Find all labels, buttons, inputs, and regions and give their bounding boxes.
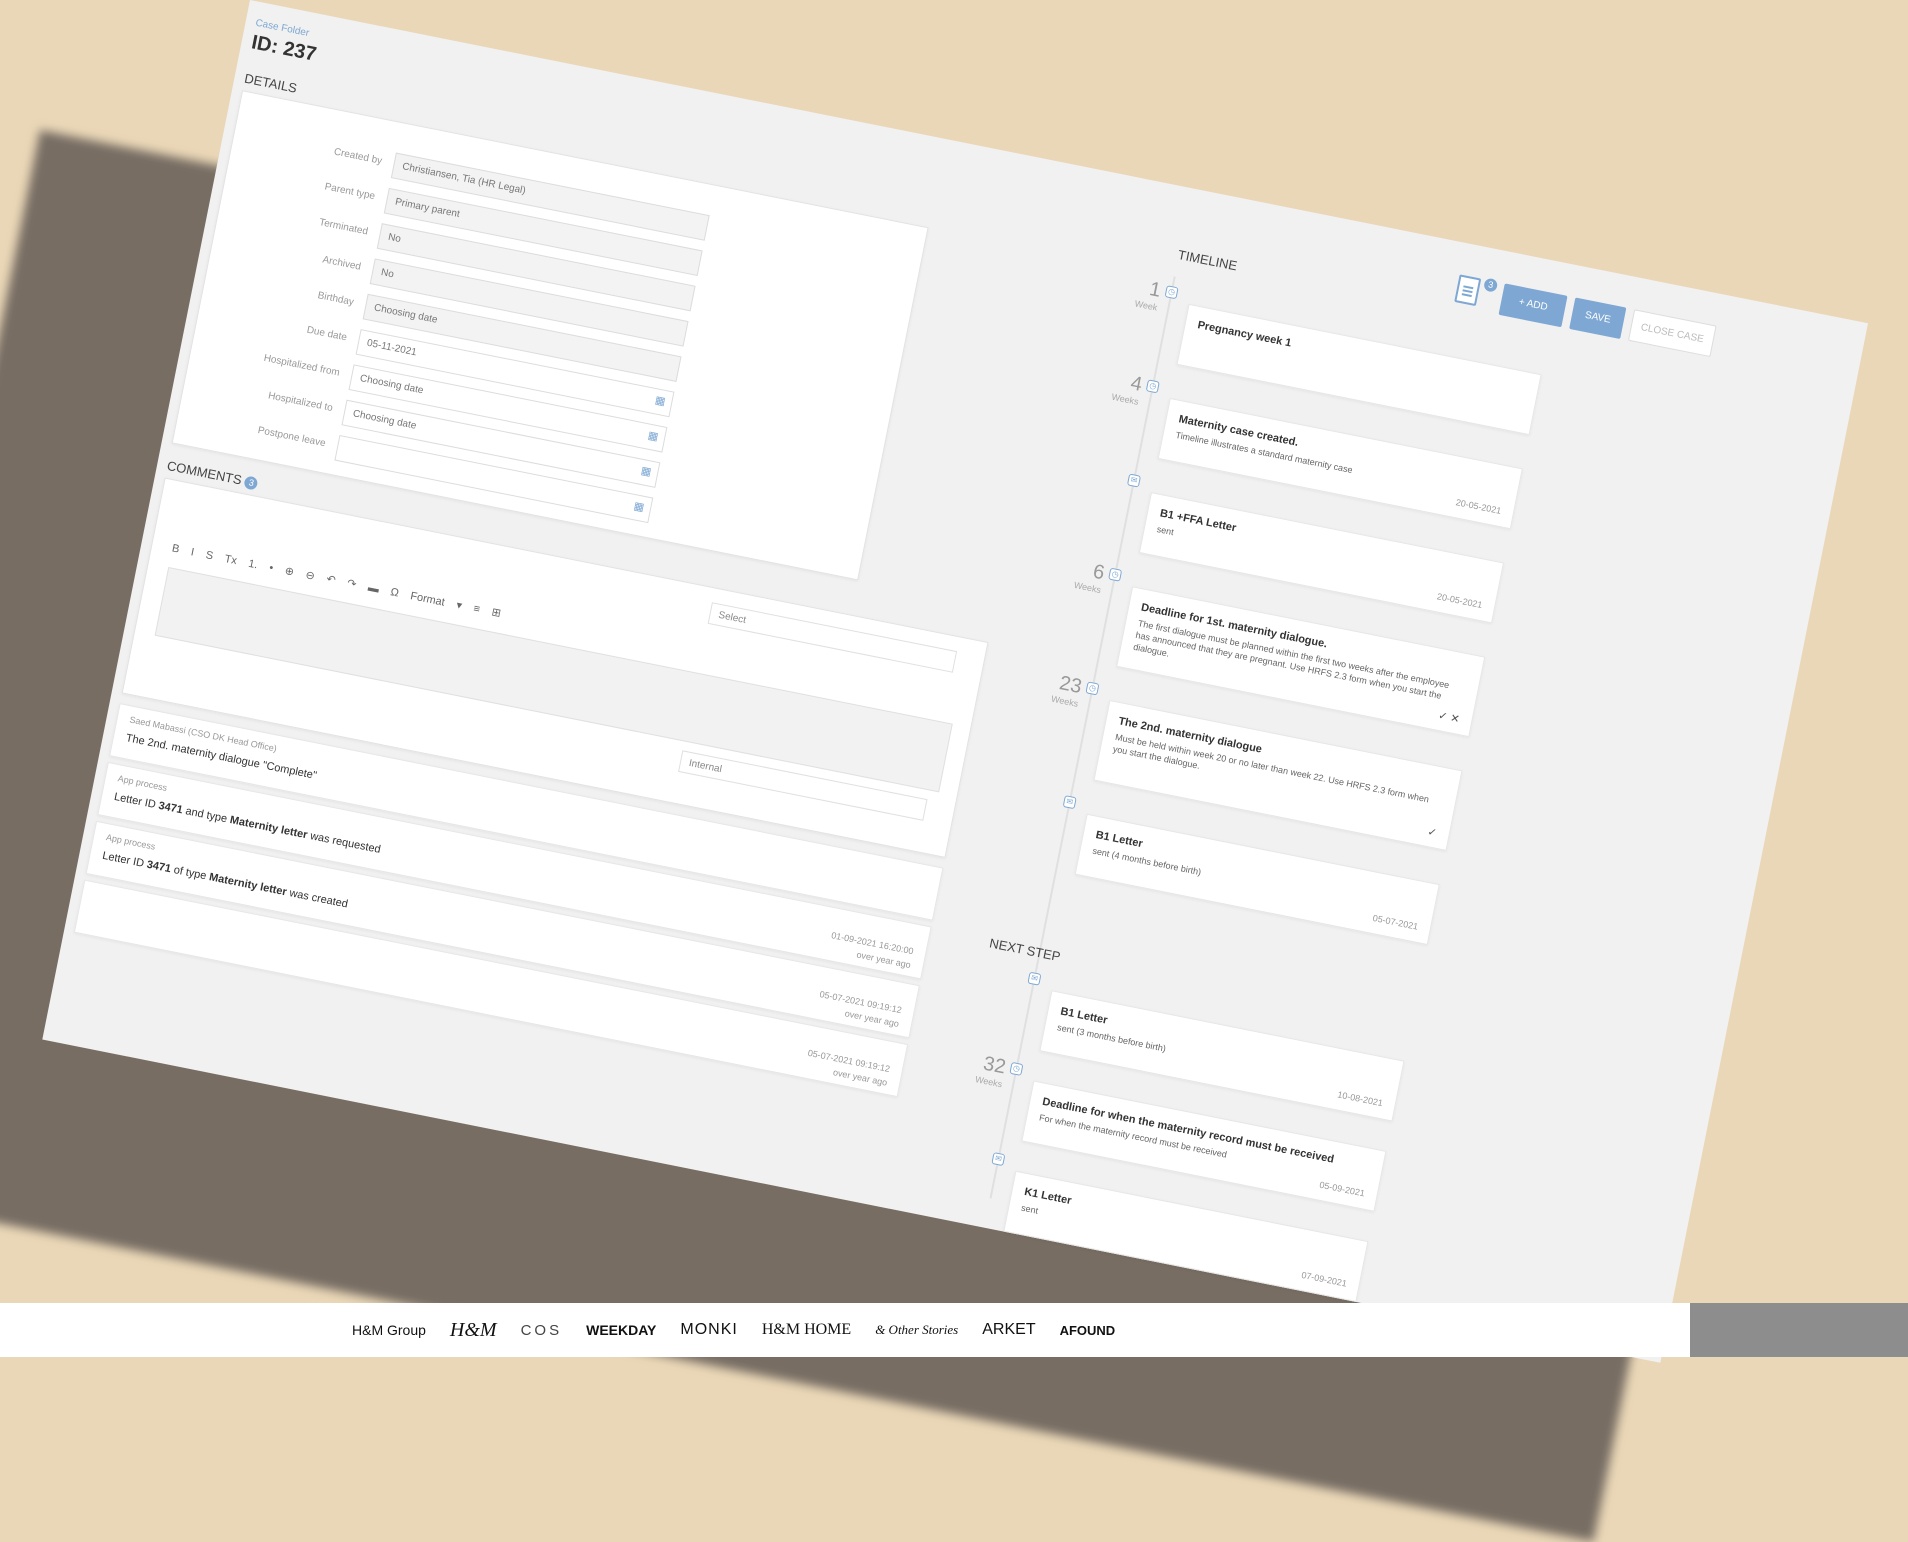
clock-icon: ◷	[1145, 379, 1160, 394]
detail-value: Choosing date	[351, 408, 418, 432]
calendar-icon[interactable]: ▦	[654, 393, 667, 408]
event-title: Pregnancy week 1	[1196, 319, 1293, 350]
event-description: Timeline illustrates a standard maternit…	[1174, 429, 1354, 476]
detail-value: Christiansen, Tia (HR Legal)	[401, 161, 527, 197]
brand-logo[interactable]: MONKI	[680, 1321, 737, 1339]
brand-logo[interactable]: ARKET	[982, 1321, 1035, 1339]
comment-text: of type	[169, 863, 211, 883]
brand-logo[interactable]: WEEKDAY	[586, 1322, 656, 1338]
week-marker: 32 Weeks	[942, 1045, 1007, 1090]
clock-icon: ◷	[1164, 285, 1179, 300]
week-marker: 6 Weeks	[1041, 551, 1106, 596]
save-button[interactable]: SAVE	[1569, 297, 1627, 340]
brand-logo[interactable]: AFOUND	[1060, 1323, 1116, 1338]
document-count-badge: 3	[1483, 277, 1499, 293]
toolbar-button[interactable]: Ω	[389, 586, 399, 599]
comment-text: Letter ID	[113, 790, 160, 812]
timeline-column: 1 Week ◷ Pregnancy week 1 4 Weeks ◷ Maternity c…	[895, 249, 1577, 1308]
event-status-icons[interactable]: ✓	[1426, 825, 1438, 840]
detail-value: Choosing date	[373, 302, 439, 326]
event-status-icons[interactable]: ✓ ✕	[1437, 709, 1461, 726]
brand-logo[interactable]: COS	[521, 1322, 563, 1339]
toolbar-button[interactable]: ↶	[325, 572, 337, 587]
toolbar-button[interactable]: ≡	[472, 603, 481, 616]
toolbar-button[interactable]: Tx	[224, 553, 238, 567]
comment-date: 01-09-2021 16:20:00 over year ago	[827, 928, 914, 972]
toolbar-button[interactable]: 1.	[247, 558, 258, 572]
toolbar-button[interactable]: •	[268, 562, 274, 575]
brand-footer: H&M Group H&M COS WEEKDAY MONKI H&M HOME & Oth…	[0, 1303, 1908, 1357]
event-description: sent (4 months before birth)	[1091, 845, 1203, 878]
event-description: Must be held within week 20 or no later …	[1112, 731, 1430, 805]
letter-type: Maternity letter	[228, 814, 309, 842]
letter-icon: ✉	[1027, 971, 1042, 986]
comment-text: and type	[181, 804, 232, 826]
toolbar-button[interactable]: ↷	[346, 577, 358, 591]
toolbar-button[interactable]: ▬	[367, 582, 380, 596]
letter-icon: ✉	[1126, 473, 1142, 488]
brand-logo[interactable]: H&M Group	[352, 1322, 426, 1338]
comment-count-badge: 3	[243, 475, 259, 491]
add-button[interactable]: + ADD	[1498, 283, 1568, 328]
visibility-value: Internal	[687, 757, 723, 776]
calendar-icon[interactable]: ▦	[647, 429, 660, 444]
week-marker: 1 Week	[1097, 269, 1163, 313]
event-description: sent	[1155, 524, 1175, 538]
event-description: sent (3 months before birth)	[1056, 1022, 1167, 1054]
calendar-icon[interactable]: ▦	[633, 499, 646, 514]
letter-id: 3471	[145, 858, 173, 876]
brand-logo[interactable]: H&M	[450, 1319, 497, 1342]
clock-icon: ◷	[1085, 681, 1100, 696]
footer-shadow-area	[1690, 1303, 1908, 1357]
clock-icon: ◷	[1009, 1061, 1024, 1076]
week-marker: 23 Weeks	[1018, 665, 1083, 709]
comment-author: App process	[105, 832, 157, 852]
toolbar-button[interactable]: B	[171, 542, 181, 555]
detail-value: No	[387, 231, 402, 246]
brand-logo[interactable]: H&M HOME	[762, 1321, 851, 1339]
toolbar-button[interactable]: ⊖	[304, 568, 316, 583]
toolbar-button[interactable]: ▾	[455, 598, 463, 612]
detail-value: 05-11-2021	[365, 337, 418, 359]
comment-text: Letter ID	[101, 849, 149, 871]
letter-id: 3471	[157, 799, 184, 817]
next-step-title: NEXT STEP	[988, 935, 1062, 965]
clock-icon: ◷	[1108, 567, 1123, 582]
toolbar-button[interactable]: Format	[409, 590, 446, 609]
letter-icon: ✉	[1062, 795, 1077, 810]
letter-type: Maternity letter	[208, 871, 288, 899]
toolbar-button[interactable]: I	[190, 546, 195, 558]
detail-value: Primary parent	[394, 196, 461, 221]
comment-date: 05-07-2021 09:19:12 over year ago	[804, 1046, 891, 1090]
document-icon[interactable]	[1454, 274, 1482, 307]
week-marker: 4 Weeks	[1079, 363, 1144, 407]
comment-date: 05-07-2021 09:19:12 over year ago	[816, 987, 903, 1031]
brand-logo[interactable]: & Other Stories	[875, 1322, 958, 1338]
comment-author: App process	[116, 773, 168, 793]
brand-list: H&M Group H&M COS WEEKDAY MONKI H&M HOME & Oth…	[352, 1316, 1115, 1344]
detail-value: No	[380, 267, 395, 281]
calendar-icon[interactable]: ▦	[640, 464, 653, 479]
toolbar-button[interactable]: ⊞	[490, 605, 502, 620]
close-case-button[interactable]: CLOSE CASE	[1627, 309, 1717, 358]
comment-text: was requested	[306, 829, 382, 856]
letter-icon: ✉	[991, 1152, 1006, 1167]
comment-text: was created	[285, 886, 349, 911]
toolbar-button[interactable]: ⊕	[284, 564, 296, 579]
toolbar-button[interactable]: S	[205, 549, 215, 562]
detail-value: Choosing date	[358, 372, 425, 397]
